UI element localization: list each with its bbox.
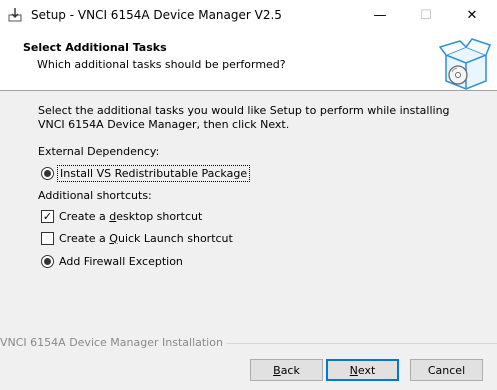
- install-vs-label: Install VS Redistributable Package: [56, 164, 251, 182]
- back-button[interactable]: Back: [250, 359, 323, 381]
- next-button[interactable]: Next: [326, 359, 399, 381]
- external-dependency-label: External Dependency:: [38, 145, 160, 158]
- quick-launch-shortcut-checkbox[interactable]: Create a Quick Launch shortcut: [41, 230, 233, 246]
- close-button[interactable]: ✕: [449, 0, 495, 31]
- page-subtitle: Which additional tasks should be perform…: [37, 58, 286, 71]
- radio-selected-icon[interactable]: [41, 254, 54, 268]
- checkmark-icon[interactable]: ✓: [41, 209, 54, 223]
- install-vs-redistributable-radio[interactable]: Install VS Redistributable Package: [41, 164, 251, 182]
- desktop-shortcut-checkbox[interactable]: ✓ Create a desktop shortcut: [41, 208, 202, 224]
- minimize-button[interactable]: —: [357, 0, 403, 31]
- window-title: Setup - VNCI 6154A Device Manager V2.5: [31, 8, 282, 22]
- radio-selected-icon[interactable]: [41, 166, 54, 180]
- additional-shortcuts-label: Additional shortcuts:: [38, 189, 152, 202]
- firewall-exception-radio[interactable]: Add Firewall Exception: [41, 253, 183, 269]
- installation-label: VNCI 6154A Device Manager Installation: [0, 336, 227, 349]
- wizard-header: Select Additional Tasks Which additional…: [0, 31, 497, 91]
- firewall-exception-label: Add Firewall Exception: [59, 254, 183, 268]
- page-title: Select Additional Tasks: [23, 41, 167, 54]
- intro-text: Select the additional tasks you would li…: [38, 104, 450, 131]
- software-box-disc-icon: [438, 38, 491, 90]
- empty-checkbox-icon[interactable]: [41, 231, 54, 245]
- tasks-panel: Select the additional tasks you would li…: [0, 92, 497, 337]
- desktop-shortcut-label: Create a desktop shortcut: [59, 209, 203, 223]
- installer-box-icon: [8, 8, 22, 22]
- title-bar[interactable]: Setup - VNCI 6154A Device Manager V2.5 —…: [0, 0, 497, 31]
- cancel-button[interactable]: Cancel: [410, 359, 483, 381]
- maximize-button[interactable]: ☐: [403, 0, 449, 31]
- quick-launch-label: Create a Quick Launch shortcut: [59, 231, 233, 245]
